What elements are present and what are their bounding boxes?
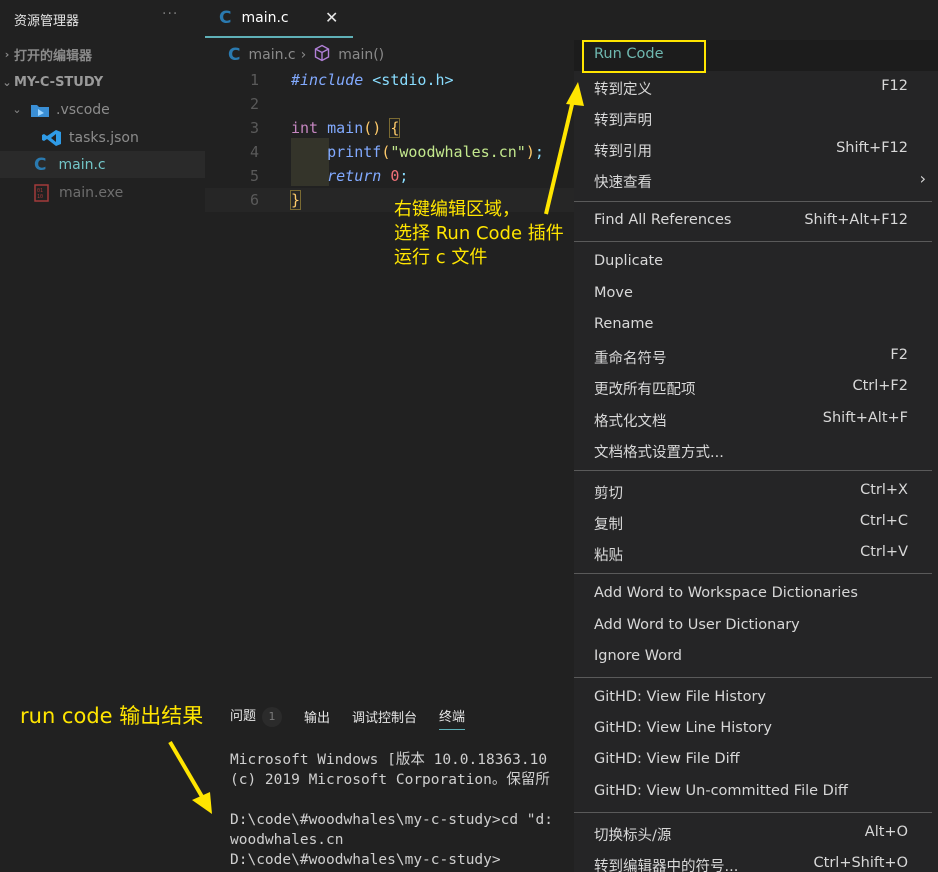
arrow-to-run-code: [544, 82, 584, 215]
annotation-arrows: [168, 82, 584, 814]
arrow-to-terminal: [168, 740, 212, 814]
